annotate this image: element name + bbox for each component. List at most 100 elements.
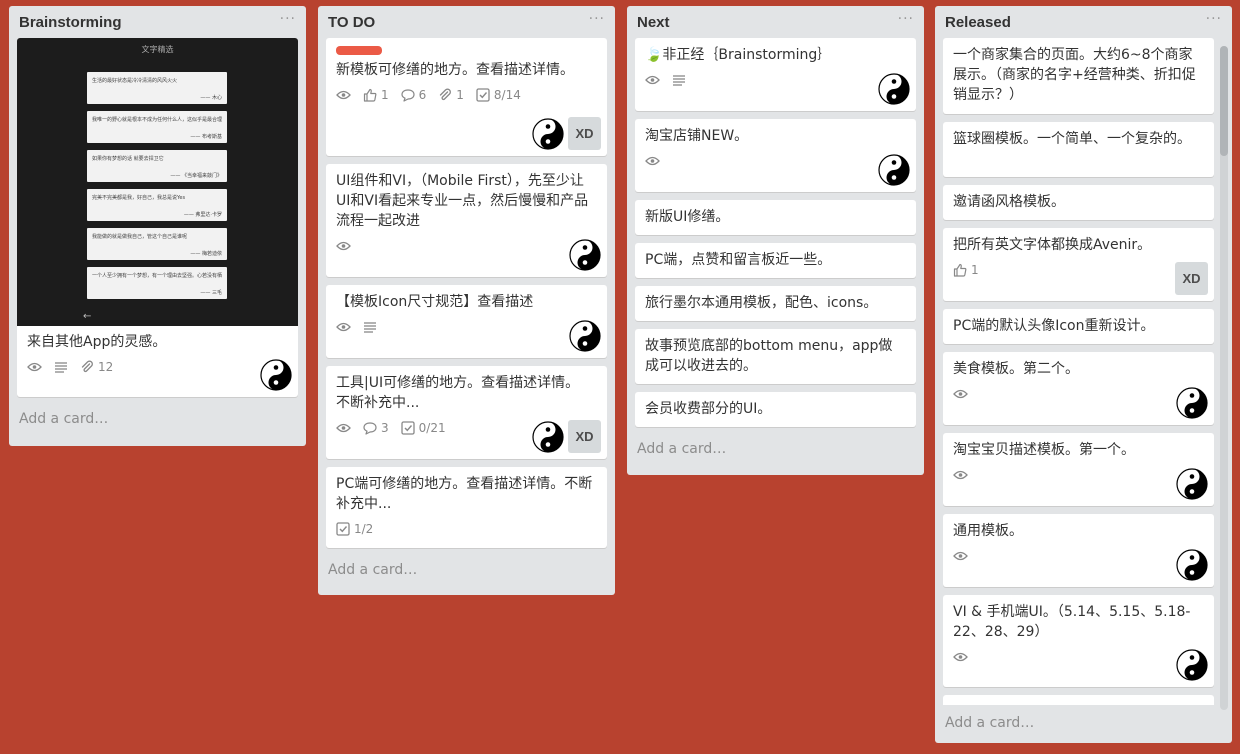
checklist-badge: 8/14 [476,88,521,102]
card-members [1172,549,1208,581]
list-title[interactable]: Brainstorming [19,14,122,31]
yin-yang-avatar[interactable] [532,117,564,150]
card-members [256,359,292,391]
card[interactable]: 【模板Icon尺寸规范】查看描述 [326,285,607,358]
watch-badge [645,75,660,85]
card-title: 篮球圈模板。一个简单、一个复杂的。 [953,131,1191,147]
card-badges [336,236,597,256]
card[interactable]: 篮球圈模板。一个简单、一个复杂的。 [943,122,1214,177]
yin-yang-avatar[interactable] [1176,649,1208,681]
card-badges: 1 6 1 8/14 [336,85,597,105]
card-members: XD [1171,262,1208,295]
add-card-button[interactable]: Add a card… [627,435,924,467]
member-avatar-xd[interactable]: XD [568,420,601,453]
card-title: PC端的默认头像Icon重新设计。 [953,318,1155,334]
card-title: 邀请函风格模板。 [953,194,1065,210]
yin-yang-avatar[interactable] [569,320,601,352]
add-card-button[interactable]: Add a card… [318,556,615,588]
yin-yang-avatar[interactable] [1176,468,1208,500]
add-card-button[interactable]: Add a card… [9,405,306,437]
description-badge [54,361,68,373]
watch-badge [336,423,351,433]
member-avatar-xd[interactable]: XD [568,117,601,150]
list-title[interactable]: Next [637,14,670,31]
comment-icon [401,88,415,102]
checklist-count: 0/21 [418,421,446,435]
description-badge [672,74,686,86]
card[interactable]: 一个商家集合的页面。大约6~8个商家展示。（商家的名字+经营种类、折扣促销显示？… [943,38,1214,114]
card[interactable]: 故事预览底部的bottom menu，app做成可以收进去的。 [635,329,916,384]
cover-quote-text: 一个人至少拥有一个梦想，有一个理由去坚强。心若没有栖息的地方，到哪里都是流浪 [92,273,222,279]
card[interactable]: 美食模板。第二个。 [943,352,1214,425]
list-title[interactable]: Released [945,14,1011,31]
card-title: 来自其他App的灵感。 [27,334,167,350]
card[interactable]: VI & 手机端UI。（5.14、5.15、5.18-22、28、29） [943,595,1214,687]
scrollbar-thumb[interactable] [1220,46,1228,156]
yin-yang-avatar[interactable] [569,239,601,271]
yin-yang-avatar[interactable] [1176,387,1208,419]
card[interactable]: 通用模板。 [943,514,1214,587]
comment-count: 3 [381,421,389,435]
card[interactable]: 工具|UI可修缮的地方。查看描述详情。不断补充中... 3 0/21 XD [326,366,607,459]
card-cover-image: 文字精选 生活的最好状态是冷冷清清的风风火火 —— 木心 我唯一的野心就是根本不… [17,38,298,326]
card[interactable]: PC端可修缮的地方。查看描述详情。不断补充中... 1/2 [326,467,607,548]
card[interactable]: 淘宝店铺NEW。 [635,119,916,192]
checklist-icon [476,88,490,102]
list-scrollbar[interactable] [1220,46,1228,710]
list-header: Next ··· [627,6,924,38]
card-title: VI & 手机端UI。（5.14、5.15、5.18-22、28、29） [953,604,1191,640]
description-icon [672,74,686,86]
list-menu-button[interactable]: ··· [589,11,605,27]
paperclip-icon [438,88,452,102]
list-menu-button[interactable]: ··· [1206,11,1222,27]
card-badges [953,546,1204,566]
add-card-button[interactable]: Add a card… [935,705,1232,741]
eye-icon [953,652,968,662]
card[interactable]: 把所有英文字体都换成Avenir。 1 XD [943,228,1214,301]
card[interactable]: UI组件和VI，（Mobile First），先至少让UI和VI看起来专业一点，… [326,164,607,277]
cover-quote-author: —— 《当幸福来敲门》 [170,173,222,179]
cover-quote-text: 如果你有梦想的话 就要去捍卫它 [92,156,164,162]
yin-yang-avatar[interactable] [1176,549,1208,581]
list-title[interactable]: TO DO [328,14,375,31]
yin-yang-avatar[interactable] [260,359,292,391]
card[interactable]: 新模板可修缮的地方。查看描述详情。 1 6 1 8/14 XD [326,38,607,156]
card[interactable]: 旅行墨尔本通用模板，配色、icons。 [635,286,916,321]
card-partially-hidden[interactable] [943,695,1214,705]
list-scroll-area: 一个商家集合的页面。大约6~8个商家展示。（商家的名字+经营种类、折扣促销显示？… [935,38,1232,705]
card-title: PC端，点赞和留言板近一些。 [645,252,832,268]
list-menu-button[interactable]: ··· [280,11,296,27]
card[interactable]: PC端，点赞和留言板近一些。 [635,243,916,278]
eye-icon [645,75,660,85]
checklist-icon [400,421,415,435]
card-members [1172,649,1208,681]
card[interactable]: 淘宝宝贝描述模板。第一个。 [943,433,1214,506]
card[interactable]: 会员收费部分的UI。 [635,392,916,427]
card-title: PC端可修缮的地方。查看描述详情。不断补充中... [336,476,593,512]
yin-yang-avatar[interactable] [878,73,910,105]
card-members [1172,468,1208,500]
eye-icon [953,389,968,399]
yin-yang-avatar[interactable] [878,154,910,186]
list-menu-button[interactable]: ··· [898,11,914,27]
card-title: 故事预览底部的bottom menu，app做成可以收进去的。 [645,338,893,374]
eye-icon [27,362,42,372]
member-avatar-xd[interactable]: XD [1175,262,1208,295]
card-badges [645,151,906,171]
checklist-count: 8/14 [493,88,521,102]
card-members: XD [528,117,601,150]
card[interactable]: 新版UI修缮。 [635,200,916,235]
card[interactable]: 文字精选 生活的最好状态是冷冷清清的风风火火 —— 木心 我唯一的野心就是根本不… [17,38,298,397]
card-title: 美食模板。第二个。 [953,361,1079,377]
card[interactable]: 🍃非正经｛Brainstorming｝ [635,38,916,111]
comment-badge: 3 [363,421,389,435]
list-header: Brainstorming ··· [9,6,306,38]
comment-badge: 6 [401,88,426,102]
card[interactable]: PC端的默认头像Icon重新设计。 [943,309,1214,344]
yin-yang-avatar[interactable] [532,420,564,453]
card-badges: 1 [953,260,1204,280]
eye-icon [336,322,351,332]
card[interactable]: 邀请函风格模板。 [943,185,1214,220]
description-icon [54,361,68,373]
watch-badge [645,156,660,166]
